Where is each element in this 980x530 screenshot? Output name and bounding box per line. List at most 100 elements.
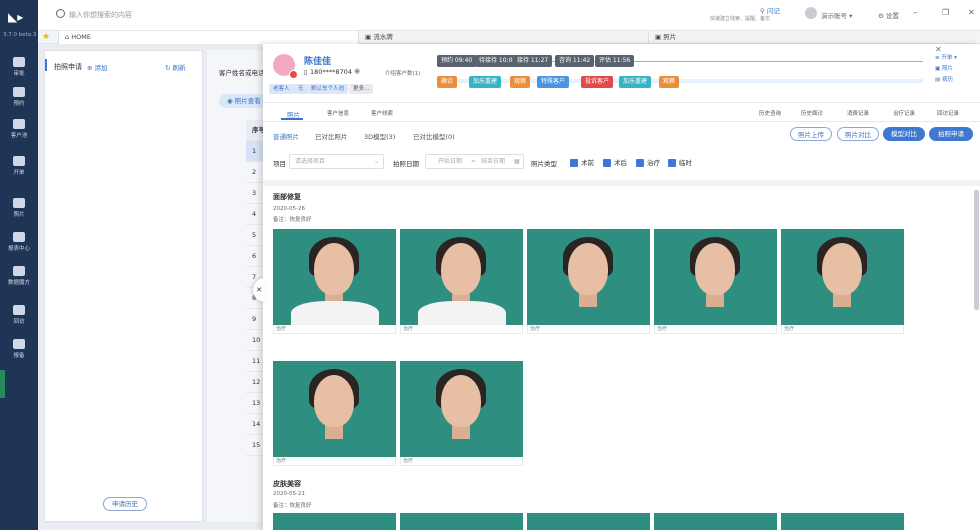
menu-photos[interactable]: ▣ 照片 xyxy=(935,64,953,72)
apply-history-button[interactable]: 申请历史 xyxy=(103,497,147,511)
status-action-button[interactable]: 观察 xyxy=(659,76,680,88)
tab-history[interactable]: 回访记录 xyxy=(937,109,959,117)
photo-face xyxy=(314,375,354,427)
photo-face xyxy=(568,243,608,295)
model-compare-button[interactable]: 模型对比 xyxy=(883,127,925,141)
sidebar-item-approval[interactable]: 审批 xyxy=(0,55,38,85)
tab-photos[interactable]: ▣ 照片 xyxy=(648,31,980,44)
approval-icon xyxy=(13,57,25,67)
photo-apply-button[interactable]: 拍照申请 xyxy=(929,127,973,141)
sidebar-item-followup[interactable]: 回访 xyxy=(0,303,38,333)
tab-compared-photos[interactable]: 已对比照片 xyxy=(315,131,348,141)
menu-medical-record[interactable]: ▤ 病历 xyxy=(935,75,953,83)
sidebar-item-photos[interactable]: 照片 xyxy=(0,196,38,226)
flash-note-subtitle: 快速建立线索、提醒、备忘 xyxy=(710,16,771,22)
settings-button[interactable]: ⚙ 设置 xyxy=(878,10,899,20)
face-photo[interactable] xyxy=(781,513,904,530)
sidebar-drag-handle[interactable] xyxy=(0,370,5,398)
status-action-button[interactable]: 加乐重建 xyxy=(469,76,502,88)
checkbox-postop[interactable]: 术后 xyxy=(603,157,627,167)
add-button[interactable]: ⊕ 添加 xyxy=(87,62,108,72)
sidebar-item-billing[interactable]: 开单 xyxy=(0,154,38,184)
refresh-button[interactable]: ↻ 刷新 xyxy=(165,62,186,72)
face-photo[interactable] xyxy=(273,229,396,325)
face-photo[interactable] xyxy=(400,361,523,457)
status-action-button[interactable]: 确诊 xyxy=(437,76,458,88)
tab-history[interactable]: 历史面诊 xyxy=(801,109,823,117)
checkbox-treatment[interactable]: 治疗 xyxy=(636,157,660,167)
photo-caption: 治疗 xyxy=(400,457,523,466)
tag-none: 无 xyxy=(294,84,308,94)
sidebar-item-report[interactable]: 报备 xyxy=(0,337,38,367)
app-logo: ◣▸ xyxy=(8,10,24,24)
photo-caption: 治疗 xyxy=(654,325,777,334)
close-window-button[interactable]: ✕ xyxy=(968,8,975,17)
tab-flow-board[interactable]: ▣ 流水牌 xyxy=(358,31,648,44)
tab-customer-leads[interactable]: 客户线索 xyxy=(371,109,393,117)
section-title: 皮肤美容 xyxy=(273,480,301,488)
face-photo[interactable] xyxy=(781,229,904,325)
tab-customer-info[interactable]: 客户信息 xyxy=(327,109,349,117)
row-number: 13 xyxy=(252,399,261,407)
flash-note-button[interactable]: ⚲ 闪记 xyxy=(760,5,780,15)
photo-compare-button[interactable]: 照片对比 xyxy=(837,127,879,141)
status-action-button[interactable]: 观察 xyxy=(510,76,531,88)
timeline-step: 预约 09:40 xyxy=(437,55,477,67)
chevron-down-icon: ⌄ xyxy=(373,158,379,165)
tab-history[interactable]: 历史咨询 xyxy=(759,109,781,117)
status-action-button[interactable]: 加乐重建 xyxy=(619,76,652,88)
search-input[interactable]: 输入你想搜索的内容 xyxy=(69,10,132,20)
sidebar-item-customers[interactable]: 客户池 xyxy=(0,117,38,147)
account-menu[interactable]: 演示账号 ▾ xyxy=(821,10,852,20)
face-photo[interactable] xyxy=(527,229,650,325)
scrollbar[interactable] xyxy=(974,190,979,310)
tab-compared-models[interactable]: 已对比模型(0) xyxy=(413,131,455,141)
tab-3d-models[interactable]: 3D模型(3) xyxy=(364,131,395,141)
checkbox-icon xyxy=(636,159,644,167)
search-icon[interactable] xyxy=(56,9,65,18)
face-photo[interactable] xyxy=(527,513,650,530)
photo-request-panel: 拍照申请 ⊕ 添加 ↻ 刷新 申请历史 xyxy=(44,50,203,522)
sidebar-item-data-cube[interactable]: 数据魔方 xyxy=(0,264,38,294)
sidebar-item-reports[interactable]: 报表中心 xyxy=(0,230,38,260)
tab-history[interactable]: 消费记录 xyxy=(847,109,869,117)
photo-face xyxy=(822,243,862,295)
tab-normal-photos[interactable]: 普通照片 xyxy=(273,131,299,141)
face-photo[interactable] xyxy=(273,361,396,457)
photo-icon xyxy=(13,198,25,208)
maximize-button[interactable]: ❐ xyxy=(942,8,949,17)
menu-open-bill[interactable]: ≡ 开单 ▾ xyxy=(935,53,957,61)
face-photo[interactable] xyxy=(400,513,523,530)
row-number: 4 xyxy=(252,210,257,218)
filter-type-label: 照片类型 xyxy=(531,160,557,168)
eye-icon[interactable]: ◉ xyxy=(354,67,360,75)
status-action-button[interactable]: 特殊客户 xyxy=(537,76,570,88)
tab-home[interactable]: ⌂ HOME xyxy=(58,31,358,44)
users-icon xyxy=(13,119,25,129)
project-select[interactable]: 请选择项目 ⌄ xyxy=(289,154,384,169)
face-photo[interactable] xyxy=(400,229,523,325)
date-range-picker[interactable]: 开始日期 ~ 结束日期 ▦ xyxy=(425,154,524,169)
star-icon[interactable]: ★ xyxy=(42,32,50,42)
checkbox-temporary[interactable]: 临时 xyxy=(668,157,692,167)
cube-icon xyxy=(13,266,25,276)
monitor-icon xyxy=(13,156,25,166)
tag-old-customer: 老客人 xyxy=(269,84,294,94)
status-action-button[interactable]: 投诉客户 xyxy=(581,76,614,88)
tab-history[interactable]: 治疗记录 xyxy=(893,109,915,117)
checkbox-icon xyxy=(668,159,676,167)
face-photo[interactable] xyxy=(273,513,396,530)
active-tab-indicator xyxy=(281,118,303,120)
sidebar-item-appointment[interactable]: 预约 xyxy=(0,85,38,115)
avatar[interactable] xyxy=(805,7,817,19)
tag-more[interactable]: 更多... xyxy=(349,84,374,94)
face-photo[interactable] xyxy=(654,513,777,530)
face-photo[interactable] xyxy=(654,229,777,325)
photo-upload-button[interactable]: 照片上传 xyxy=(790,127,832,141)
followup-icon xyxy=(13,305,25,315)
photo-face xyxy=(441,243,481,295)
checkbox-icon xyxy=(603,159,611,167)
checkbox-preop[interactable]: 术前 xyxy=(570,157,594,167)
minimize-button[interactable]: – xyxy=(913,8,918,18)
customer-name[interactable]: 陈佳佳 xyxy=(304,54,331,67)
